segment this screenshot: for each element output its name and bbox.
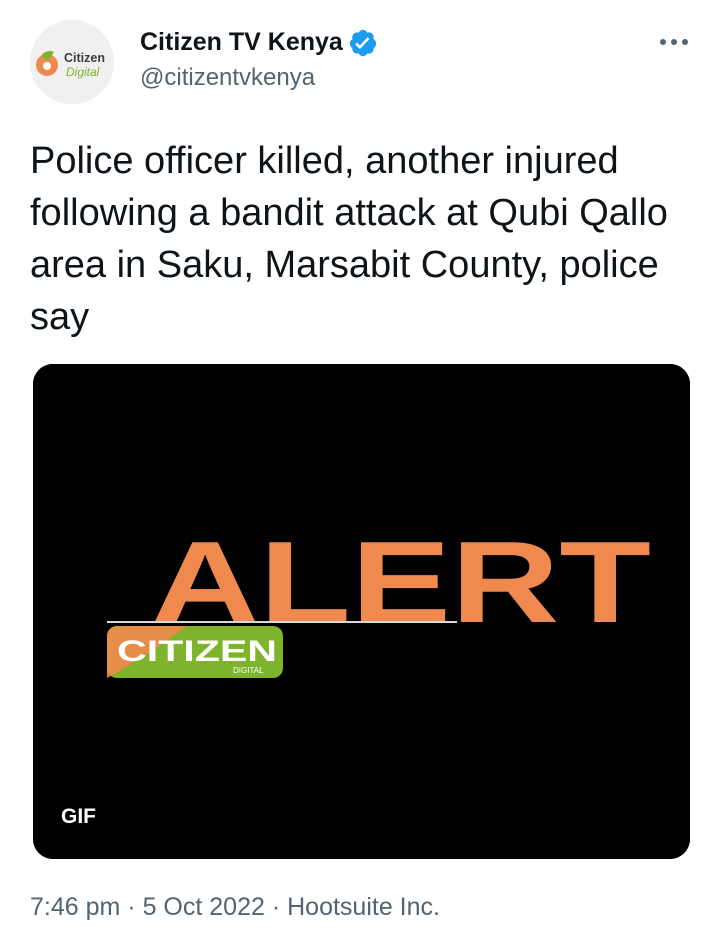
meta-separator: · [127,893,136,921]
tweet-time[interactable]: 7:46 pm [30,893,120,921]
tweet-text: Police officer killed, another injured f… [30,140,668,338]
avatar-text-line2: Digital [66,65,100,79]
tweet-metadata: 7:46 pm · 5 Oct 2022 · Hootsuite Inc. [30,890,440,924]
verified-badge-icon [349,29,377,57]
gif-badge: GIF [61,805,96,828]
media-gif[interactable]: ALERT CITIZEN DIGITAL GIF [33,364,690,859]
display-name[interactable]: Citizen TV Kenya [140,26,343,58]
tweet-source[interactable]: Hootsuite Inc. [287,893,440,921]
citizen-logo-subtext: DIGITAL [233,666,264,675]
avatar-text-line1: Citizen [64,51,105,65]
citizen-digital-logo-icon: Citizen Digital [30,20,114,104]
handle[interactable]: @citizentvkenya [140,62,315,94]
alert-graphic: ALERT CITIZEN DIGITAL [33,364,690,859]
meta-separator: · [271,893,281,921]
avatar[interactable]: Citizen Digital [30,20,114,104]
more-options-icon[interactable] [652,28,696,58]
tweet-date[interactable]: 5 Oct 2022 [143,893,265,921]
citizen-logo-text: CITIZEN [117,635,277,668]
